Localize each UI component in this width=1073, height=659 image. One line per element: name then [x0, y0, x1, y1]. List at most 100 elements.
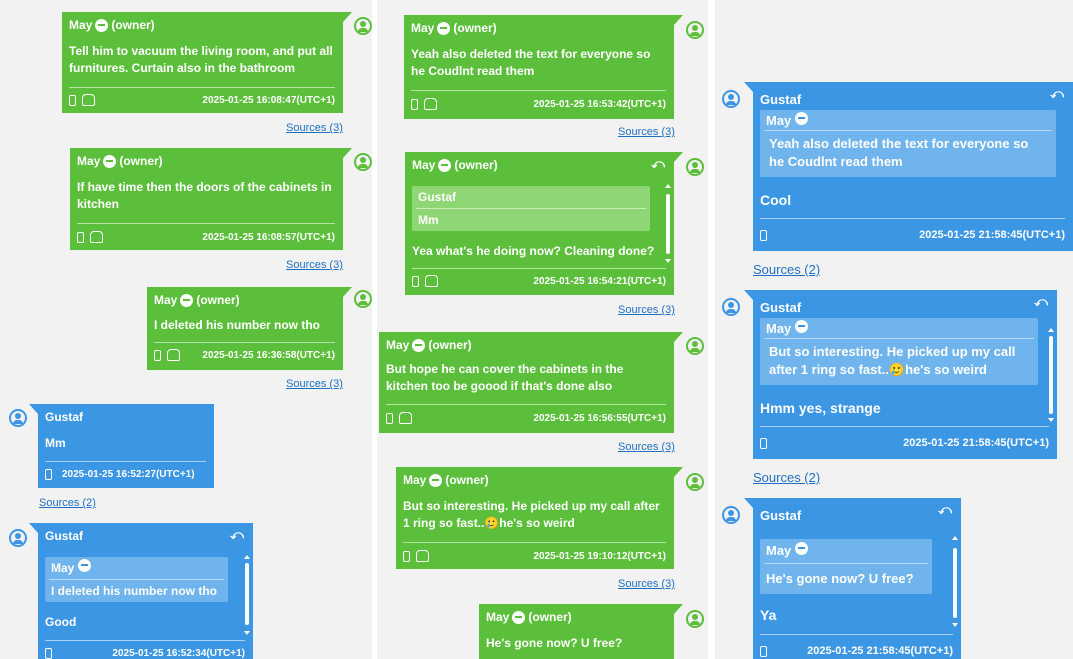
- message-bubble[interactable]: Gustaf ⤺ May Yeah also deleted the text …: [744, 82, 1073, 251]
- quote-sender: May: [51, 561, 75, 575]
- message-header: Gustaf: [760, 92, 801, 107]
- scroll-up-arrow[interactable]: [244, 555, 250, 559]
- message-bubble[interactable]: May (owner) I deleted his number now tho …: [147, 287, 352, 370]
- avatar-icon: [9, 409, 27, 427]
- scroll-up-arrow[interactable]: [952, 536, 958, 540]
- sources-link[interactable]: Sources (3): [618, 304, 675, 316]
- avatar-icon: [354, 290, 372, 308]
- message-bubble[interactable]: May (owner) Tell him to vacuum the living…: [62, 12, 352, 113]
- message-footer: 2025-01-25 16:53:42(UTC+1): [411, 98, 666, 110]
- message-bubble[interactable]: May (owner) ⤺ Gustaf Mm Yea what's he doi…: [405, 152, 683, 295]
- sender-name: Gustaf: [760, 300, 802, 315]
- scroll-up-arrow[interactable]: [1048, 328, 1054, 332]
- message-footer: 2025-01-25 21:58:45(UTC+1): [760, 645, 953, 657]
- quote-text: He's gone now? U free?: [766, 571, 914, 586]
- message-bubble[interactable]: May (owner) He's gone now? U free?: [479, 604, 683, 659]
- emoji-icon: [77, 559, 91, 572]
- message-bubble[interactable]: Gustaf ⤺ May But so interesting. He pick…: [744, 290, 1057, 459]
- sources-link[interactable]: Sources (3): [286, 378, 343, 390]
- divider: [403, 542, 666, 543]
- message-text: If have time then the doors of the cabin…: [77, 180, 332, 211]
- timestamp: 2025-01-25 16:52:34(UTC+1): [112, 648, 245, 659]
- scrollbar[interactable]: [666, 194, 670, 254]
- participants-icon: [90, 231, 103, 243]
- divider: [45, 461, 206, 462]
- scrollbar[interactable]: [953, 548, 957, 618]
- divider: [45, 640, 245, 641]
- reply-arrow-icon[interactable]: ⤺: [938, 502, 952, 518]
- message-header: May (owner): [403, 473, 489, 487]
- message-header: Gustaf: [760, 300, 801, 315]
- owner-tag: (owner): [445, 473, 489, 487]
- message-header: Gustaf: [760, 508, 801, 523]
- participants-icon: [424, 98, 437, 110]
- sources-link[interactable]: Sources (3): [618, 126, 675, 138]
- owner-tag: (owner): [528, 610, 572, 624]
- message-header: May (owner): [77, 154, 163, 168]
- divider: [386, 404, 666, 405]
- scroll-down-arrow[interactable]: [244, 631, 250, 635]
- participants-icon: [82, 94, 95, 106]
- scroll-up-arrow[interactable]: [665, 184, 671, 188]
- sender-name: May: [69, 18, 93, 32]
- sources-link[interactable]: Sources (3): [286, 122, 343, 134]
- message-text: He's gone now? U free?: [486, 636, 623, 650]
- message-footer: 2025-01-25 16:56:55(UTC+1): [386, 412, 666, 424]
- phone-icon: [386, 412, 393, 424]
- participants-icon: [399, 412, 412, 424]
- sender-name: Gustaf: [760, 92, 802, 107]
- message-bubble[interactable]: Gustaf Mm 2025-01-25 16:52:27(UTC+1): [29, 404, 214, 488]
- message-bubble[interactable]: May (owner) But hope he can cover the cab…: [379, 332, 683, 433]
- message-bubble[interactable]: Gustaf ⤺ May I deleted his number now th…: [29, 523, 253, 659]
- phone-icon: [411, 98, 418, 110]
- message-footer: 2025-01-25 21:58:45(UTC+1): [760, 437, 1049, 449]
- message-header: Gustaf: [45, 529, 83, 543]
- message-header: May (owner): [411, 21, 497, 35]
- phone-icon: [760, 437, 767, 449]
- message-footer: 2025-01-25 16:36:58(UTC+1): [154, 349, 335, 361]
- timestamp: 2025-01-25 16:53:42(UTC+1): [533, 98, 666, 110]
- sources-link[interactable]: Sources (3): [618, 441, 675, 453]
- reply-arrow-icon[interactable]: ⤺: [1034, 294, 1048, 310]
- quote-sender: May: [766, 113, 792, 128]
- quoted-message[interactable]: May I deleted his number now tho: [45, 557, 228, 602]
- phone-icon: [77, 231, 84, 243]
- message-text: Cool: [760, 192, 792, 208]
- phone-icon: [69, 94, 76, 106]
- message-bubble[interactable]: May (owner) But so interesting. He picked…: [396, 467, 683, 569]
- message-bubble[interactable]: Gustaf ⤺ May He's gone now? U free? Ya 2…: [744, 498, 961, 659]
- sources-link[interactable]: Sources (3): [286, 259, 343, 271]
- timestamp: 2025-01-25 21:58:45(UTC+1): [807, 645, 953, 657]
- quoted-message[interactable]: Gustaf Mm: [412, 186, 650, 231]
- avatar-icon: [686, 21, 704, 39]
- reply-arrow-icon[interactable]: ⤺: [1050, 86, 1064, 102]
- reply-arrow-icon[interactable]: ⤺: [651, 156, 665, 172]
- message-text: Ya: [760, 607, 777, 623]
- scrollbar[interactable]: [1049, 336, 1053, 414]
- sources-link[interactable]: Sources (2): [39, 497, 96, 509]
- quoted-message[interactable]: May But so interesting. He picked up my …: [760, 318, 1038, 385]
- phone-icon: [760, 645, 767, 657]
- sources-link[interactable]: Sources (3): [618, 578, 675, 590]
- sender-name: Gustaf: [45, 410, 84, 424]
- emoji-icon: [95, 18, 109, 32]
- sources-link[interactable]: Sources (2): [753, 470, 820, 485]
- message-footer: 2025-01-25 16:52:27(UTC+1): [45, 469, 206, 480]
- timestamp: 2025-01-25 16:56:55(UTC+1): [533, 412, 666, 424]
- message-bubble[interactable]: May (owner) Yeah also deleted the text fo…: [404, 15, 683, 119]
- scroll-down-arrow[interactable]: [1048, 418, 1054, 422]
- quoted-message[interactable]: May Yeah also deleted the text for every…: [760, 110, 1056, 177]
- quote-sender: Gustaf: [418, 190, 457, 204]
- sources-link[interactable]: Sources (2): [753, 262, 820, 277]
- message-bubble[interactable]: May (owner) If have time then the doors o…: [70, 148, 352, 250]
- timestamp: 2025-01-25 19:10:12(UTC+1): [533, 550, 666, 562]
- message-text: But hope he can cover the cabinets in th…: [386, 362, 624, 393]
- sender-name: Gustaf: [760, 508, 802, 523]
- quoted-message[interactable]: May He's gone now? U free?: [760, 539, 932, 594]
- sender-name: May: [403, 473, 427, 487]
- scrollbar[interactable]: [245, 563, 249, 625]
- emoji-icon: [794, 320, 808, 333]
- reply-arrow-icon[interactable]: ⤺: [230, 527, 244, 543]
- timestamp: 2025-01-25 16:36:58(UTC+1): [202, 349, 335, 361]
- divider: [760, 218, 1065, 219]
